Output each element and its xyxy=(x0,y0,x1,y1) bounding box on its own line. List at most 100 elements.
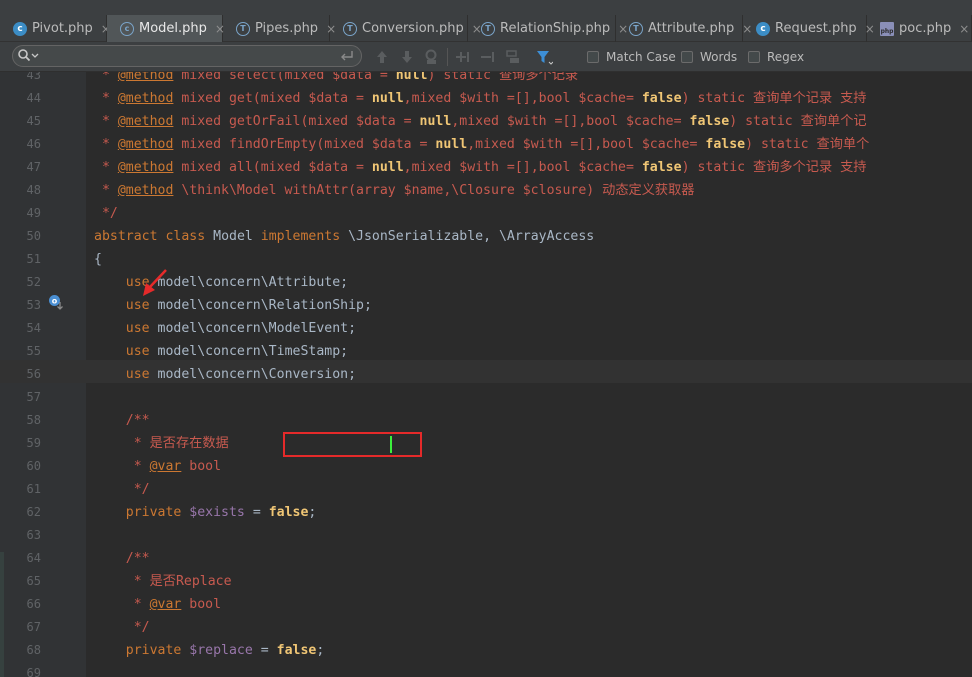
code-text[interactable]: private $replace = false; xyxy=(94,639,325,662)
code-line[interactable]: 62 private $exists = false; xyxy=(0,501,972,524)
text-caret xyxy=(390,436,392,453)
code-text[interactable]: * @method \think\Model withAttr(array $n… xyxy=(94,179,695,202)
line-number: 51 xyxy=(26,252,41,266)
trait-icon: c xyxy=(120,21,134,36)
previous-occurrence-icon[interactable] xyxy=(373,48,391,66)
line-number: 53 xyxy=(26,298,41,312)
tab-label: Pipes.php xyxy=(255,21,319,36)
tab-label: Request.php xyxy=(775,21,857,36)
select-all-occurrences-icon[interactable] xyxy=(504,48,522,66)
next-occurrence-icon[interactable] xyxy=(398,48,416,66)
code-text[interactable]: * @var bool xyxy=(94,593,221,616)
code-line[interactable]: 64 /** xyxy=(0,547,972,570)
code-line[interactable]: 67 */ xyxy=(0,616,972,639)
code-text[interactable]: use model\concern\ModelEvent; xyxy=(94,317,356,340)
line-number: 62 xyxy=(26,505,41,519)
code-line[interactable]: 57 xyxy=(0,386,972,409)
tab-model-php[interactable]: c Model.php × xyxy=(107,15,225,42)
code-text[interactable]: use model\concern\Attribute; xyxy=(94,271,348,294)
code-text[interactable]: use model\concern\TimeStamp; xyxy=(94,340,348,363)
code-text[interactable]: abstract class Model implements \JsonSer… xyxy=(94,225,594,248)
search-field[interactable] xyxy=(12,45,362,67)
tab-label: RelationShip.php xyxy=(500,21,611,36)
code-line[interactable]: 45 * @method mixed getOrFail(mixed $data… xyxy=(0,110,972,133)
code-text[interactable]: * @var bool xyxy=(94,455,221,478)
code-line[interactable]: 65 * 是否Replace xyxy=(0,570,972,593)
tab-request-php[interactable]: c Request.php × xyxy=(743,15,875,42)
code-line[interactable]: 49 */ xyxy=(0,202,972,225)
remove-selection-icon[interactable] xyxy=(479,48,497,66)
code-text[interactable]: */ xyxy=(94,202,118,225)
code-lines: 43 * @method mixed select(mixed $data = … xyxy=(0,72,972,677)
code-text[interactable]: * @method mixed findOrEmpty(mixed $data … xyxy=(94,133,869,156)
search-icon[interactable] xyxy=(17,48,39,64)
code-text[interactable]: */ xyxy=(94,478,150,501)
code-text[interactable]: /** xyxy=(94,547,150,570)
code-line[interactable]: 69 xyxy=(0,662,972,677)
close-icon[interactable]: × xyxy=(959,22,969,36)
code-line[interactable]: 43 * @method mixed select(mixed $data = … xyxy=(0,72,972,87)
trait-icon: T xyxy=(481,21,495,36)
code-text[interactable]: * @method mixed select(mixed $data = nul… xyxy=(94,72,578,87)
code-line[interactable]: 60 * @var bool xyxy=(0,455,972,478)
tab-relationship-php[interactable]: T RelationShip.php × xyxy=(468,15,628,42)
code-line[interactable]: 58 /** xyxy=(0,409,972,432)
find-toolbar: Match Case Words Regex xyxy=(0,42,972,72)
add-selection-icon[interactable] xyxy=(454,48,472,66)
find-in-path-icon[interactable] xyxy=(423,48,441,66)
tab-label: Conversion.php xyxy=(362,21,464,36)
code-text[interactable]: use model\concern\Conversion; xyxy=(94,363,356,386)
code-line[interactable]: 68 private $replace = false; xyxy=(0,639,972,662)
code-line[interactable]: 55 use model\concern\TimeStamp; xyxy=(0,340,972,363)
php-file-icon: php xyxy=(880,21,894,36)
tab-pipes-php[interactable]: T Pipes.php × xyxy=(223,15,336,42)
tab-label: Model.php xyxy=(139,21,207,36)
code-text[interactable]: */ xyxy=(94,616,150,639)
code-line[interactable]: 59 * 是否存在数据 xyxy=(0,432,972,455)
search-input[interactable] xyxy=(43,48,337,66)
code-text[interactable]: * @method mixed get(mixed $data = null,m… xyxy=(94,87,867,110)
filter-icon[interactable] xyxy=(535,48,553,66)
code-text[interactable]: private $exists = false; xyxy=(94,501,317,524)
code-text[interactable]: use model\concern\RelationShip; xyxy=(94,294,372,317)
code-editor[interactable]: 43 * @method mixed select(mixed $data = … xyxy=(0,72,972,677)
code-line[interactable]: 63 xyxy=(0,524,972,547)
line-number: 57 xyxy=(26,390,41,404)
line-number: 58 xyxy=(26,413,41,427)
line-number: 50 xyxy=(26,229,41,243)
code-text[interactable]: * @method mixed all(mixed $data = null,m… xyxy=(94,156,867,179)
words-label: Words xyxy=(700,50,738,64)
line-number: 46 xyxy=(26,137,41,151)
code-line[interactable]: 61 */ xyxy=(0,478,972,501)
code-text[interactable]: * 是否存在数据 xyxy=(94,432,229,455)
enter-icon[interactable] xyxy=(339,48,355,64)
code-line[interactable]: 56 use model\concern\Conversion; xyxy=(0,363,972,386)
tab-conversion-php[interactable]: T Conversion.php × xyxy=(330,15,482,42)
code-text[interactable]: /** xyxy=(94,409,150,432)
implements-gutter-icon[interactable]: o xyxy=(48,294,66,312)
line-number: 45 xyxy=(26,114,41,128)
tab-pivot-php[interactable]: c Pivot.php × xyxy=(0,15,111,42)
code-line[interactable]: 46 * @method mixed findOrEmpty(mixed $da… xyxy=(0,133,972,156)
svg-text:o: o xyxy=(52,297,58,306)
class-icon: c xyxy=(13,21,27,36)
annotation-arrow xyxy=(143,269,167,296)
tab-poc-php[interactable]: php poc.php × xyxy=(867,15,972,42)
code-line[interactable]: 48 * @method \think\Model withAttr(array… xyxy=(0,179,972,202)
regex-checkbox[interactable] xyxy=(748,51,760,63)
tab-label: Pivot.php xyxy=(32,21,93,36)
code-text[interactable]: { xyxy=(94,248,102,271)
code-line[interactable]: 54 use model\concern\ModelEvent; xyxy=(0,317,972,340)
code-text[interactable]: * @method mixed getOrFail(mixed $data = … xyxy=(94,110,867,133)
toolbar-separator xyxy=(447,48,448,66)
code-line[interactable]: 50 abstract class Model implements \JsonS… xyxy=(0,225,972,248)
line-number: 56 xyxy=(26,367,41,381)
words-checkbox[interactable] xyxy=(681,51,693,63)
code-line[interactable]: 47 * @method mixed all(mixed $data = nul… xyxy=(0,156,972,179)
code-line[interactable]: 66 * @var bool xyxy=(0,593,972,616)
trait-icon: T xyxy=(629,21,643,36)
code-text[interactable]: * 是否Replace xyxy=(94,570,232,593)
code-line[interactable]: 44 * @method mixed get(mixed $data = nul… xyxy=(0,87,972,110)
match-case-checkbox[interactable] xyxy=(587,51,599,63)
tab-attribute-php[interactable]: T Attribute.php × xyxy=(616,15,752,42)
